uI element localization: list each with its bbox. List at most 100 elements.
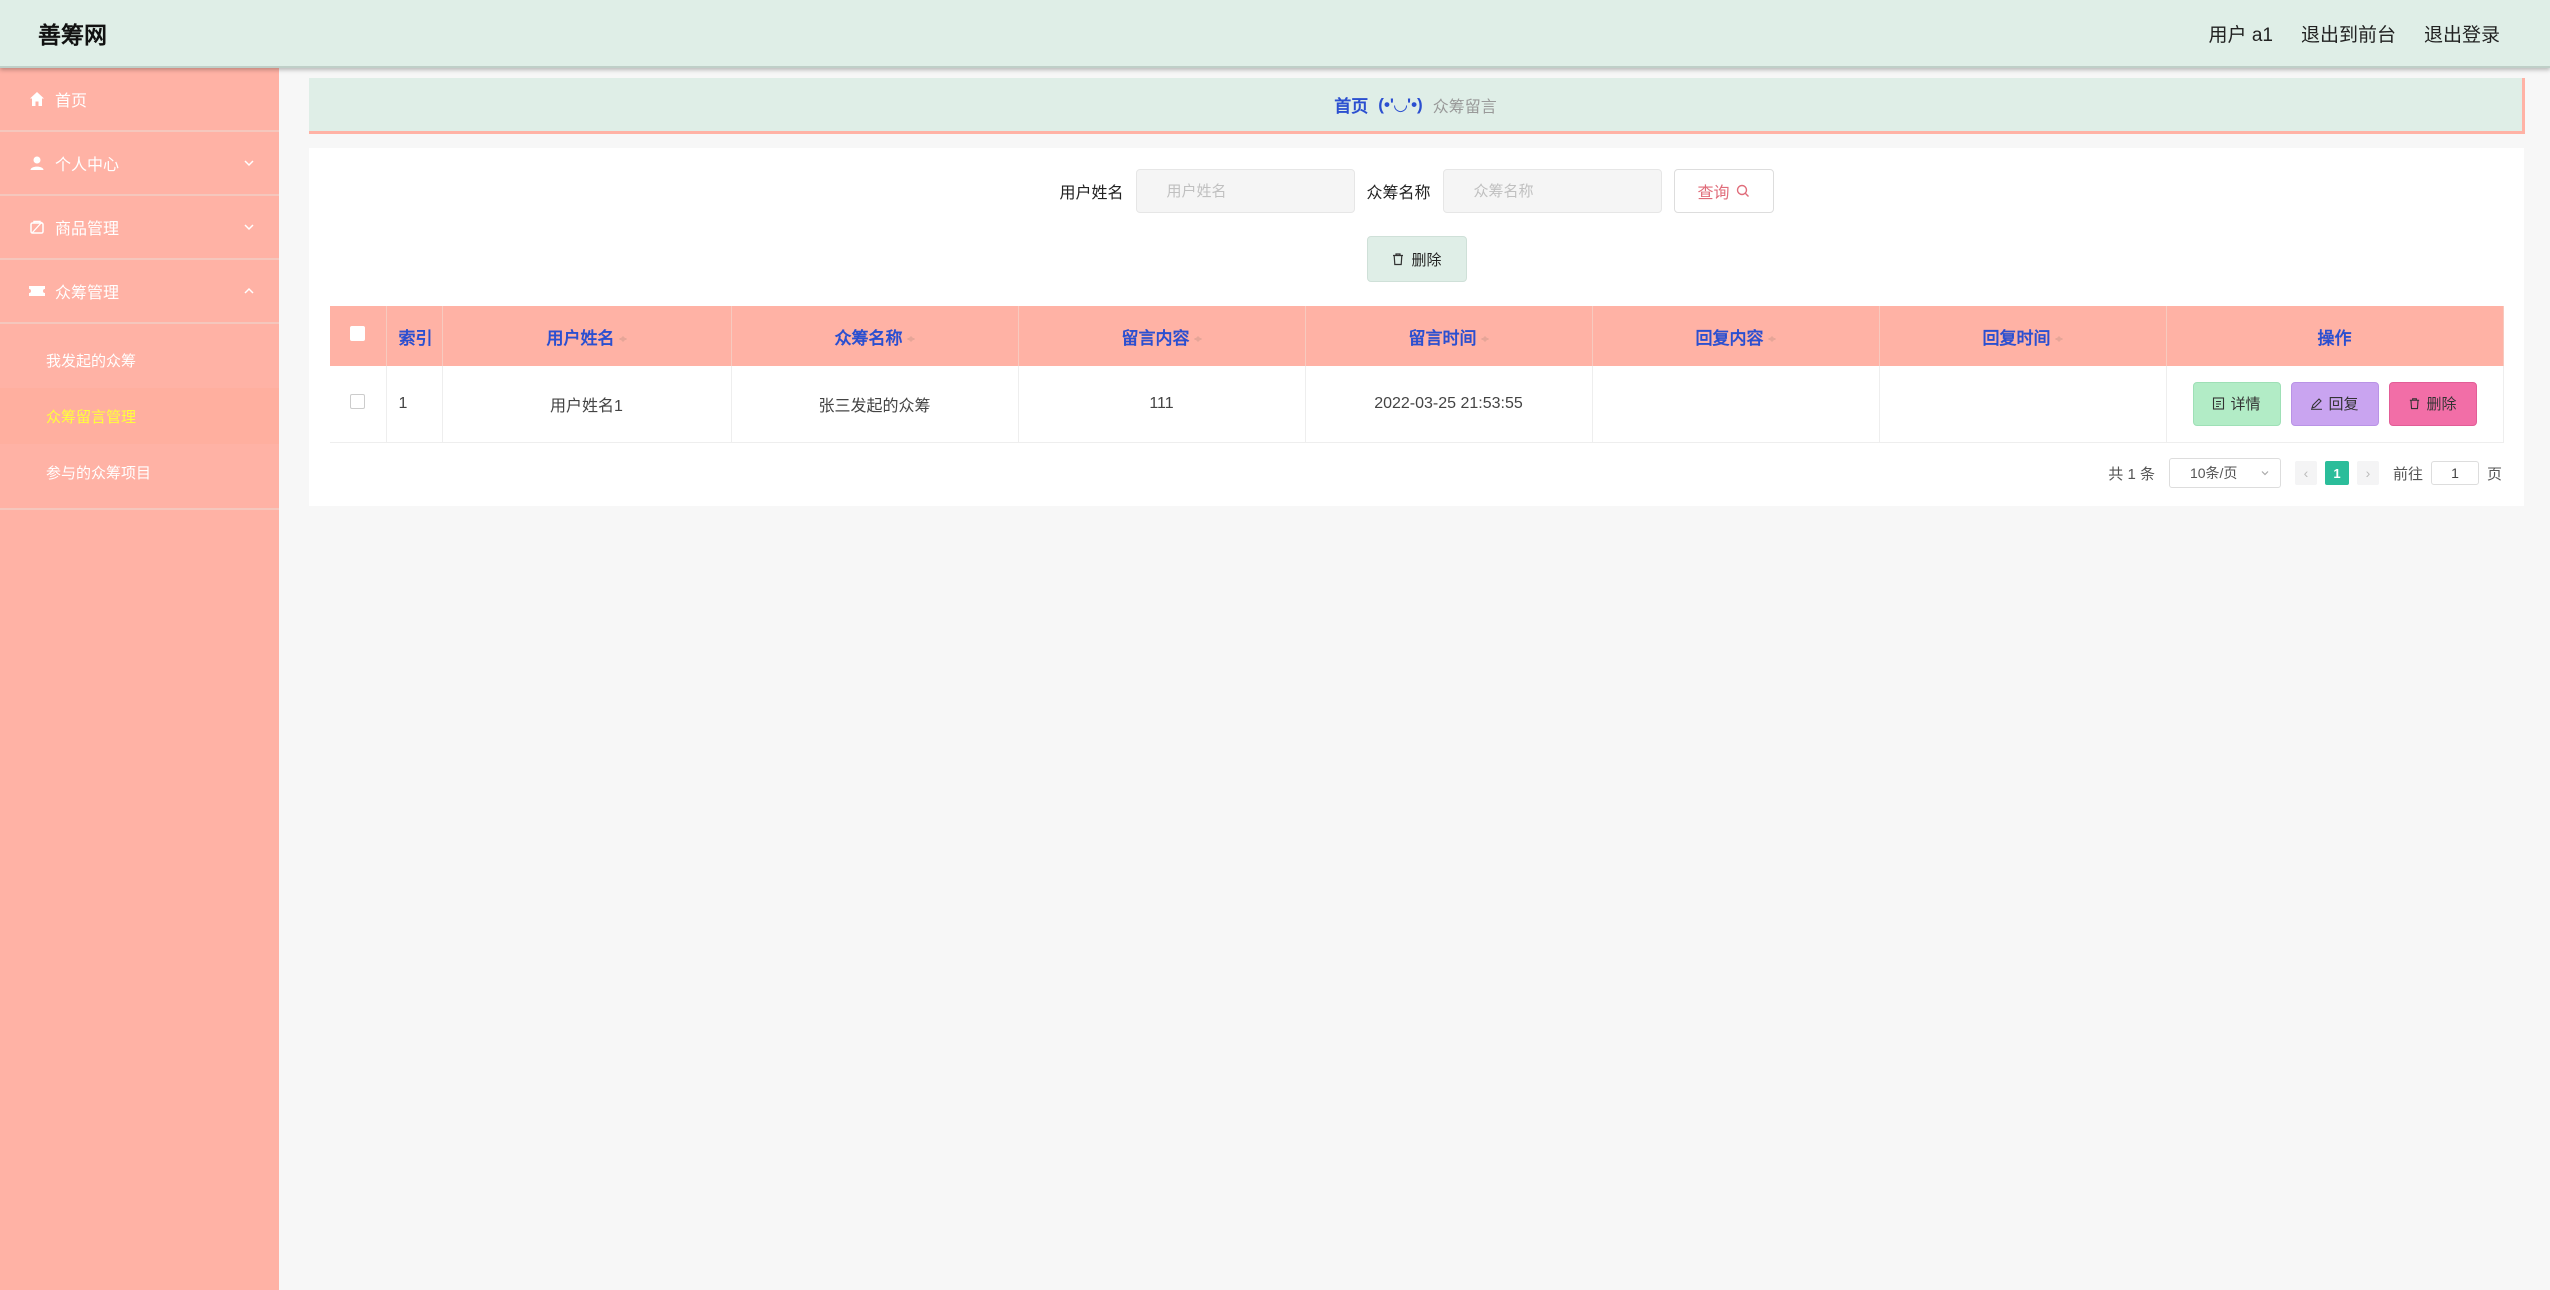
username-label: 用户姓名 bbox=[1059, 185, 1124, 202]
cell-message-content: 111 bbox=[1018, 366, 1306, 443]
page-navigation: ‹ 1 › bbox=[2294, 461, 2379, 485]
cell-index: 1 bbox=[386, 366, 443, 443]
goto-label: 前往 bbox=[2392, 465, 2423, 483]
crowdfund-name-label: 众筹名称 bbox=[1366, 185, 1431, 202]
column-header-reply-content[interactable]: 回复内容 bbox=[1592, 306, 1880, 366]
prev-page-button[interactable]: ‹ bbox=[2294, 461, 2317, 485]
goods-icon bbox=[28, 218, 46, 236]
goto-page-input[interactable]: 1 bbox=[2430, 461, 2479, 485]
content-panel: 用户姓名 众筹名称 查询 删除 索引 用户姓名 众筹名称 留言内容 留言时间 回 bbox=[309, 148, 2524, 506]
reply-button[interactable]: 回复 bbox=[2290, 381, 2379, 426]
column-header-crowdfund-name[interactable]: 众筹名称 bbox=[731, 306, 1019, 366]
cell-message-time: 2022-03-25 21:53:55 bbox=[1305, 366, 1593, 443]
app-title: 善筹网 bbox=[38, 22, 107, 48]
page-suffix: 页 bbox=[2486, 465, 2502, 483]
column-header-actions: 操作 bbox=[2166, 306, 2504, 366]
trash-icon bbox=[2410, 398, 2420, 410]
chevron-down-icon bbox=[2261, 471, 2269, 476]
user-icon bbox=[28, 154, 46, 172]
select-all-checkbox[interactable] bbox=[350, 326, 366, 341]
row-checkbox[interactable] bbox=[350, 393, 366, 409]
sort-icon[interactable] bbox=[1193, 332, 1202, 346]
breadcrumb-home[interactable]: 首页 bbox=[1334, 92, 1368, 117]
document-icon bbox=[2213, 397, 2225, 410]
column-header-message-content[interactable]: 留言内容 bbox=[1018, 306, 1306, 366]
page-jumper: 前往 1 页 bbox=[2393, 461, 2502, 485]
table-row: 1 用户姓名1 张三发起的众筹 111 2022-03-25 21:53:55 … bbox=[330, 366, 2504, 443]
query-button[interactable]: 查询 bbox=[1673, 169, 1774, 213]
edit-icon bbox=[2311, 398, 2323, 411]
select-all-cell[interactable] bbox=[330, 306, 387, 366]
batch-delete-button[interactable]: 删除 bbox=[1366, 236, 1467, 282]
current-user: 用户 a1 bbox=[2208, 24, 2273, 46]
top-actions: 用户 a1 退出到前台 退出登录 bbox=[2209, 20, 2500, 47]
search-icon bbox=[1736, 184, 1749, 197]
row-actions: 详情 回复 删除 bbox=[2167, 381, 2503, 426]
page-number-button[interactable]: 1 bbox=[2324, 461, 2349, 485]
sidebar-item-label: 个人中心 bbox=[55, 157, 120, 174]
trash-icon bbox=[1393, 253, 1404, 266]
sidebar-item-personal-center[interactable]: 个人中心 bbox=[0, 132, 279, 196]
sidebar-subitem-my-crowdfunding[interactable]: 我发起的众筹 bbox=[0, 332, 279, 388]
chevron-down-icon bbox=[244, 160, 254, 167]
sidebar-item-label: 首页 bbox=[55, 93, 88, 110]
toolbar: 删除 bbox=[309, 236, 2524, 282]
crowdfund-name-search-input[interactable] bbox=[1442, 169, 1662, 213]
cell-reply-content bbox=[1592, 366, 1880, 443]
column-header-label: 留言时间 bbox=[1408, 328, 1477, 348]
chevron-up-icon bbox=[244, 287, 254, 294]
column-header-username[interactable]: 用户姓名 bbox=[442, 306, 732, 366]
breadcrumb: 首页 (•'◡'•) 众筹留言 bbox=[309, 78, 2525, 134]
username-search-input[interactable] bbox=[1135, 169, 1355, 213]
delete-button-label: 删除 bbox=[2426, 396, 2457, 414]
sidebar-subitem-joined-projects[interactable]: 参与的众筹项目 bbox=[0, 444, 279, 500]
ticket-icon bbox=[28, 282, 46, 300]
back-to-front-link[interactable]: 退出到前台 bbox=[2301, 20, 2396, 47]
detail-button-label: 详情 bbox=[2230, 396, 2261, 414]
sidebar-item-home[interactable]: 首页 bbox=[0, 68, 279, 132]
column-header-reply-time[interactable]: 回复时间 bbox=[1879, 306, 2167, 366]
column-header-label: 众筹名称 bbox=[834, 328, 903, 348]
sidebar: 首页 个人中心 商品管理 众筹管理 我发起的众筹 众筹留言管理 参与的众筹项目 bbox=[0, 68, 279, 1290]
logout-link[interactable]: 退出登录 bbox=[2424, 20, 2500, 47]
cell-actions: 详情 回复 删除 bbox=[2166, 366, 2504, 443]
cell-username: 用户姓名1 bbox=[442, 366, 732, 443]
chevron-left-icon: ‹ bbox=[2303, 465, 2309, 481]
cell-crowdfund-name: 张三发起的众筹 bbox=[731, 366, 1019, 443]
batch-delete-label: 删除 bbox=[1411, 251, 1442, 269]
column-header-index: 索引 bbox=[386, 306, 443, 366]
query-button-label: 查询 bbox=[1697, 185, 1730, 202]
sort-icon[interactable] bbox=[618, 332, 627, 346]
chevron-right-icon: › bbox=[2365, 465, 2371, 481]
page-size-value: 10条/页 bbox=[2189, 465, 2238, 481]
delete-button[interactable]: 删除 bbox=[2388, 381, 2477, 426]
detail-button[interactable]: 详情 bbox=[2192, 381, 2281, 426]
sort-icon[interactable] bbox=[2054, 332, 2063, 346]
column-header-label: 用户姓名 bbox=[546, 328, 615, 348]
breadcrumb-current: 众筹留言 bbox=[1432, 98, 1497, 116]
row-select-cell[interactable] bbox=[330, 366, 387, 443]
sidebar-item-label: 商品管理 bbox=[55, 221, 120, 238]
breadcrumb-separator: (•'◡'•) bbox=[1378, 94, 1423, 114]
reply-button-label: 回复 bbox=[2328, 396, 2359, 414]
sort-icon[interactable] bbox=[1480, 332, 1489, 346]
table-header-row: 索引 用户姓名 众筹名称 留言内容 留言时间 回复内容 回复时间 操作 bbox=[330, 306, 2504, 366]
sort-icon[interactable] bbox=[1767, 332, 1776, 346]
page-size-select[interactable]: 10条/页 bbox=[2168, 458, 2281, 488]
pagination-total: 共 1 条 bbox=[2108, 465, 2155, 483]
sidebar-item-goods[interactable]: 商品管理 bbox=[0, 196, 279, 260]
next-page-button[interactable]: › bbox=[2356, 461, 2379, 485]
sort-icon[interactable] bbox=[906, 332, 915, 346]
sidebar-item-crowdfunding[interactable]: 众筹管理 bbox=[0, 260, 279, 324]
column-header-label: 回复时间 bbox=[1982, 328, 2051, 348]
chevron-down-icon bbox=[244, 224, 254, 231]
search-form: 用户姓名 众筹名称 查询 bbox=[309, 168, 2524, 214]
pagination: 共 1 条 10条/页 ‹ 1 › 前往 1 页 bbox=[2108, 458, 2502, 488]
cell-reply-time bbox=[1879, 366, 2167, 443]
column-header-message-time[interactable]: 留言时间 bbox=[1305, 306, 1593, 366]
sidebar-item-label: 众筹管理 bbox=[55, 285, 120, 302]
column-header-label: 回复内容 bbox=[1695, 328, 1764, 348]
sidebar-subitem-crowdfunding-messages[interactable]: 众筹留言管理 bbox=[0, 388, 279, 444]
top-bar: 善筹网 用户 a1 退出到前台 退出登录 bbox=[0, 0, 2550, 68]
crowdfunding-submenu: 我发起的众筹 众筹留言管理 参与的众筹项目 bbox=[0, 324, 279, 510]
